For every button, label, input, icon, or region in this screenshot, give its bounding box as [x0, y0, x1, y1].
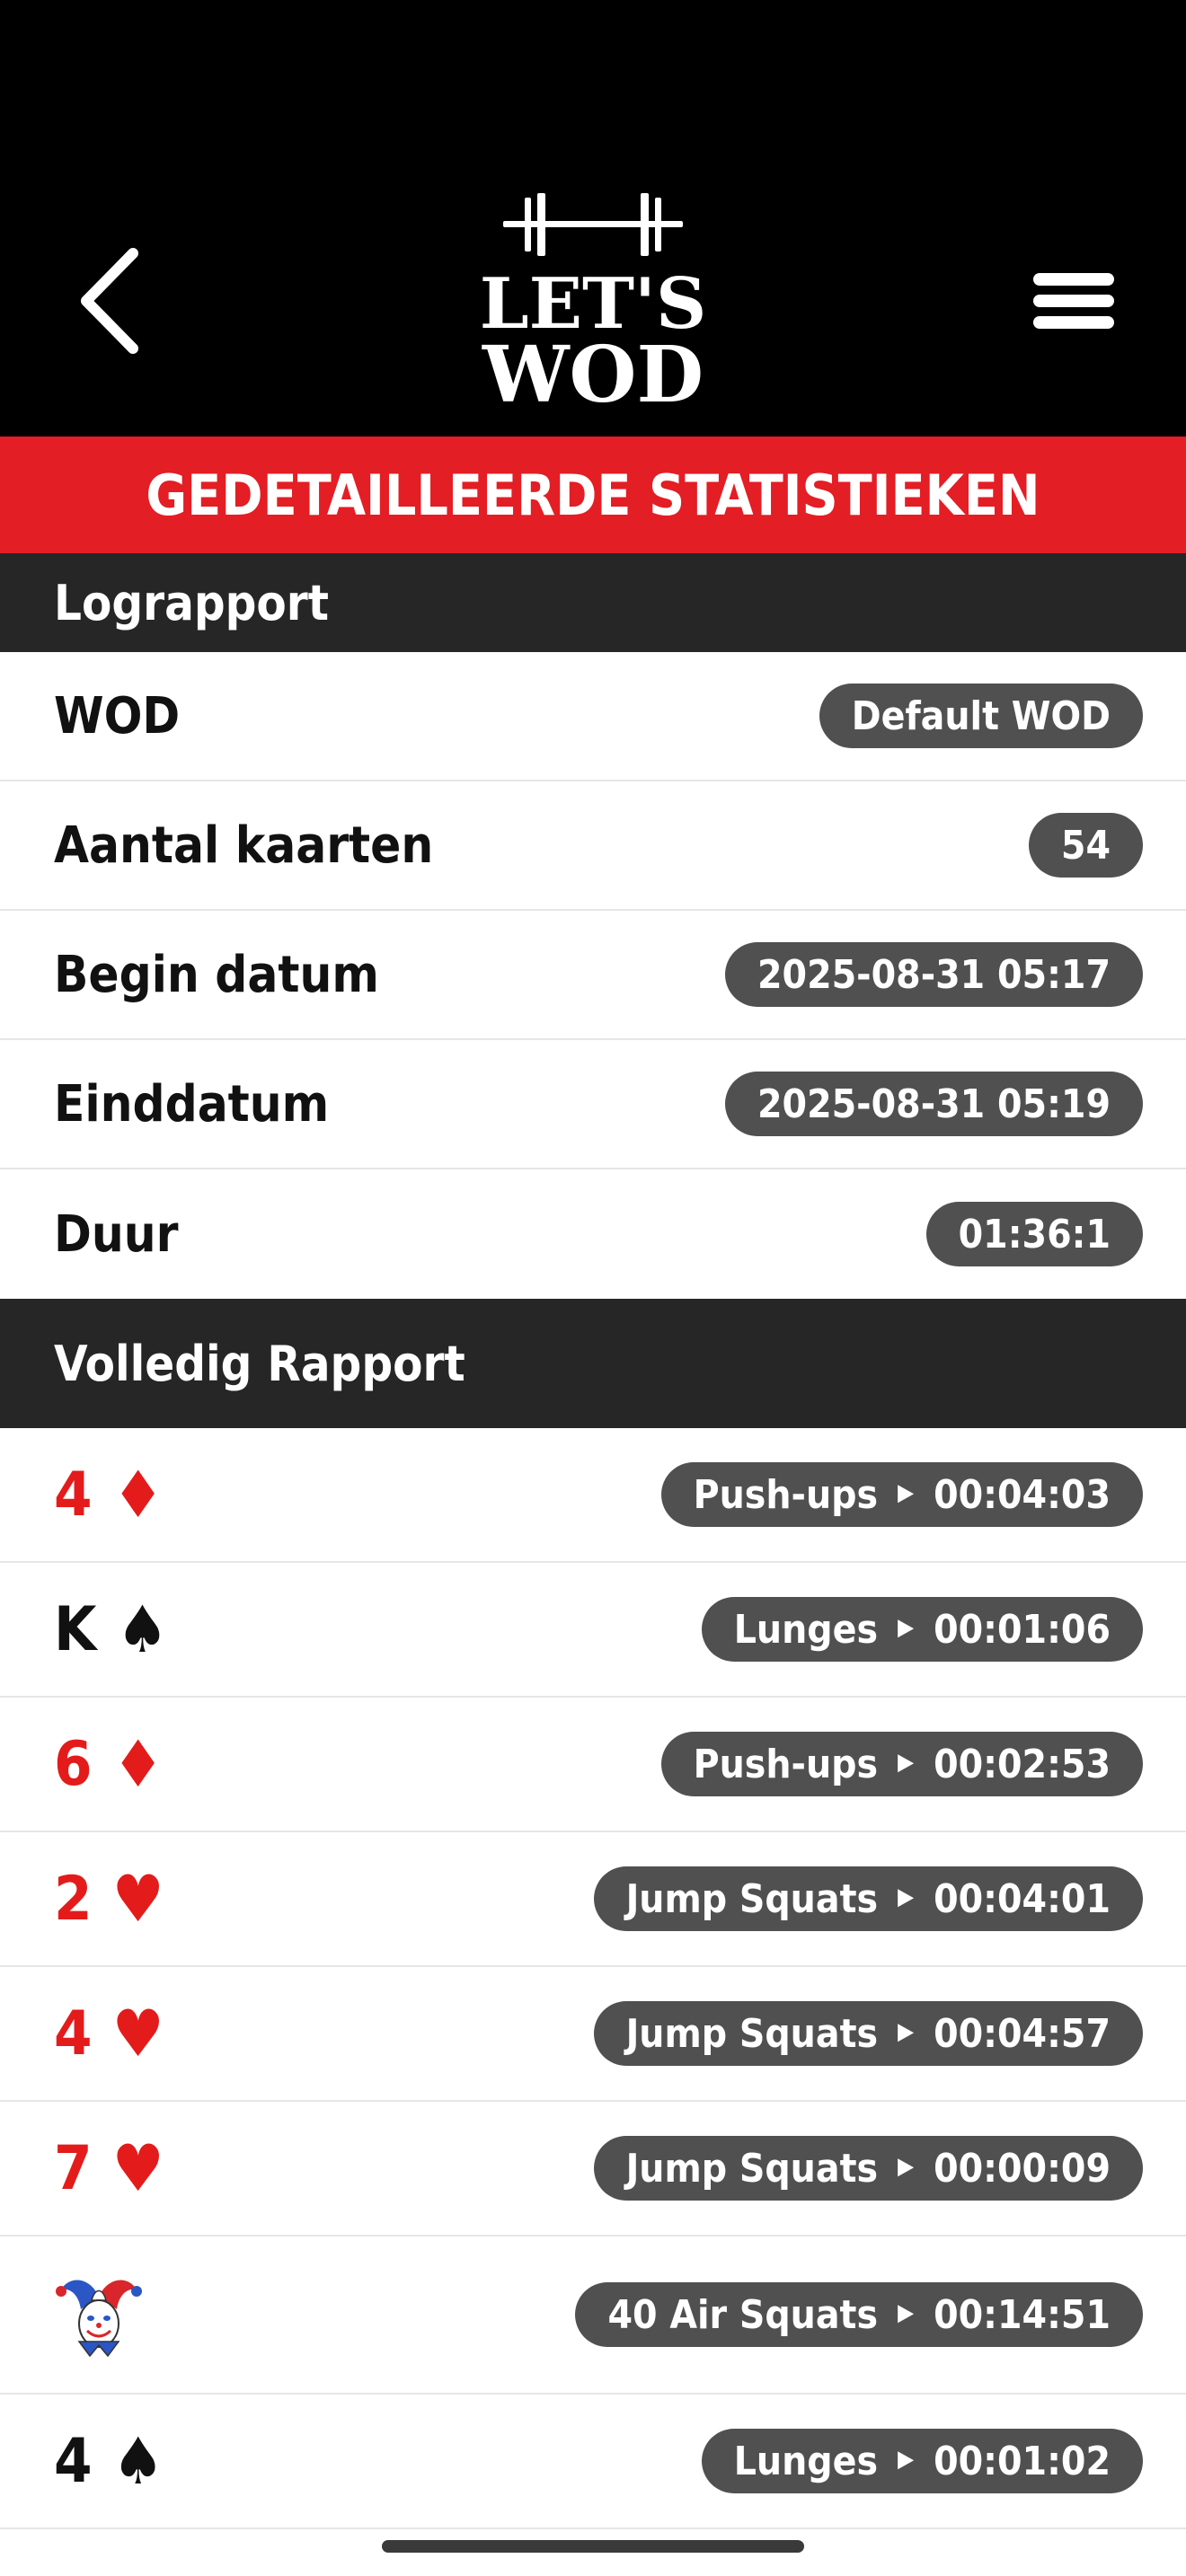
play-arrow-icon: ▶: [898, 2153, 915, 2180]
play-arrow-icon: ▶: [898, 1479, 915, 1506]
exercise-time: 00:00:09: [934, 2145, 1111, 2192]
exercise-name: Lunges: [733, 2438, 879, 2484]
stat-value-badge: 2025-08-31 05:19: [725, 1072, 1143, 1136]
stat-value-badge: Default WOD: [819, 684, 1143, 748]
stat-label: WOD: [54, 686, 181, 745]
card-row: 4 ♠ Lunges ▶ 00:01:02: [0, 2395, 1186, 2529]
chevron-left-icon: [81, 248, 138, 354]
card-label: 4 ♠: [54, 2426, 164, 2497]
exercise-time: 00:04:01: [934, 1875, 1111, 1922]
heart-suit-icon: ♥: [111, 1996, 164, 2071]
card-rank: 4: [54, 2425, 93, 2497]
exercise-time: 00:14:51: [934, 2291, 1111, 2338]
card-rank: 7: [54, 2132, 93, 2204]
stat-label: Begin datum: [54, 945, 379, 1004]
play-arrow-icon: ▶: [898, 1614, 915, 1641]
section-title: Volledig Rapport: [54, 1335, 465, 1392]
play-arrow-icon: ▶: [898, 2018, 915, 2045]
logo-text-bottom: WOD: [482, 330, 704, 413]
card-label: 7 ♥: [54, 2133, 164, 2204]
stat-label: Einddatum: [54, 1074, 330, 1134]
play-arrow-icon: ▶: [898, 1883, 915, 1910]
stat-row-start-date: Begin datum 2025-08-31 05:17: [0, 911, 1186, 1040]
play-arrow-icon: ▶: [898, 2446, 915, 2473]
heart-suit-icon: ♥: [111, 2130, 164, 2206]
exercise-time: 00:04:57: [934, 2010, 1111, 2057]
exercise-time: 00:01:06: [934, 1606, 1111, 1653]
spade-suit-icon: ♠: [111, 2423, 164, 2499]
joker-icon: [56, 2280, 142, 2358]
page-title-bar: GEDETAILLEERDE STATISTIEKEN: [0, 437, 1186, 553]
card-label: K ♠: [54, 1594, 169, 1665]
card-label: [54, 2270, 144, 2360]
exercise-time-badge: Lunges ▶ 00:01:02: [701, 2429, 1143, 2493]
card-row: 6 ♦ Push-ups ▶ 00:02:53: [0, 1698, 1186, 1832]
exercise-time-badge: Jump Squats ▶ 00:04:57: [593, 2001, 1143, 2066]
section-header-volledig-rapport: Volledig Rapport: [0, 1299, 1186, 1428]
card-rank: 4: [54, 1459, 93, 1531]
exercise-time-badge: Lunges ▶ 00:01:06: [701, 1597, 1143, 1662]
exercise-time: 00:01:02: [934, 2438, 1111, 2484]
stat-label: Aantal kaarten: [54, 816, 434, 875]
home-indicator[interactable]: [382, 2540, 804, 2553]
exercise-time: 00:02:53: [934, 1741, 1111, 1787]
stat-value-badge: 54: [1028, 813, 1143, 878]
exercise-name: Jump Squats: [625, 2010, 879, 2057]
exercise-time: 00:04:03: [934, 1471, 1111, 1518]
back-button[interactable]: [72, 243, 153, 359]
exercise-name: Push-ups: [693, 1741, 879, 1787]
app-logo: LET'S WOD: [467, 184, 719, 420]
card-row: K ♠ Lunges ▶ 00:01:06: [0, 1563, 1186, 1698]
stat-value-badge: 01:36:1: [925, 1202, 1143, 1266]
barbell-icon: [503, 193, 683, 256]
exercise-name: Jump Squats: [625, 1875, 879, 1922]
exercise-time-badge: 40 Air Squats ▶ 00:14:51: [575, 2282, 1143, 2347]
stat-row-duration: Duur 01:36:1: [0, 1169, 1186, 1299]
card-row: 4 ♦ Push-ups ▶ 00:04:03: [0, 1428, 1186, 1563]
exercise-time-badge: Push-ups ▶ 00:02:53: [660, 1732, 1143, 1796]
exercise-name: Lunges: [733, 1606, 879, 1653]
exercise-time-badge: Push-ups ▶ 00:04:03: [660, 1462, 1143, 1527]
stat-row-end-date: Einddatum 2025-08-31 05:19: [0, 1040, 1186, 1169]
page-title: GEDETAILLEERDE STATISTIEKEN: [146, 462, 1040, 528]
card-rank: 4: [54, 1998, 93, 2069]
app-header: LET'S WOD: [0, 0, 1186, 437]
card-rank: 6: [54, 1728, 93, 1800]
play-arrow-icon: ▶: [898, 1749, 915, 1776]
card-rank: K: [54, 1593, 97, 1665]
card-label: 4 ♦: [54, 1460, 164, 1531]
spade-suit-icon: ♠: [116, 1592, 169, 1667]
exercise-time-badge: Jump Squats ▶ 00:04:01: [593, 1866, 1143, 1931]
card-row: 40 Air Squats ▶ 00:14:51: [0, 2236, 1186, 2395]
card-row: 4 ♥ Jump Squats ▶ 00:04:57: [0, 1967, 1186, 2102]
stat-value-badge: 2025-08-31 05:17: [725, 942, 1143, 1007]
exercise-time-badge: Jump Squats ▶ 00:00:09: [593, 2136, 1143, 2201]
diamond-suit-icon: ♦: [111, 1457, 164, 1532]
diamond-suit-icon: ♦: [111, 1726, 164, 1802]
play-arrow-icon: ▶: [898, 2299, 915, 2326]
section-header-lograpport: Lograpport: [0, 553, 1186, 652]
exercise-name: 40 Air Squats: [607, 2291, 879, 2338]
hamburger-menu-icon: [1033, 273, 1114, 329]
exercise-name: Push-ups: [693, 1471, 879, 1518]
stat-row-card-count: Aantal kaarten 54: [0, 781, 1186, 911]
card-label: 4 ♥: [54, 1998, 164, 2069]
stat-label: Duur: [54, 1204, 179, 1264]
card-rank: 2: [54, 1863, 93, 1935]
card-row: 7 ♥ Jump Squats ▶ 00:00:09: [0, 2102, 1186, 2236]
menu-button[interactable]: [1024, 260, 1123, 341]
heart-suit-icon: ♥: [111, 1861, 164, 1936]
stat-row-wod: WOD Default WOD: [0, 652, 1186, 781]
card-label: 6 ♦: [54, 1729, 164, 1800]
exercise-name: Jump Squats: [625, 2145, 879, 2192]
card-row: 2 ♥ Jump Squats ▶ 00:04:01: [0, 1832, 1186, 1967]
section-title: Lograpport: [54, 574, 329, 631]
card-label: 2 ♥: [54, 1864, 164, 1935]
